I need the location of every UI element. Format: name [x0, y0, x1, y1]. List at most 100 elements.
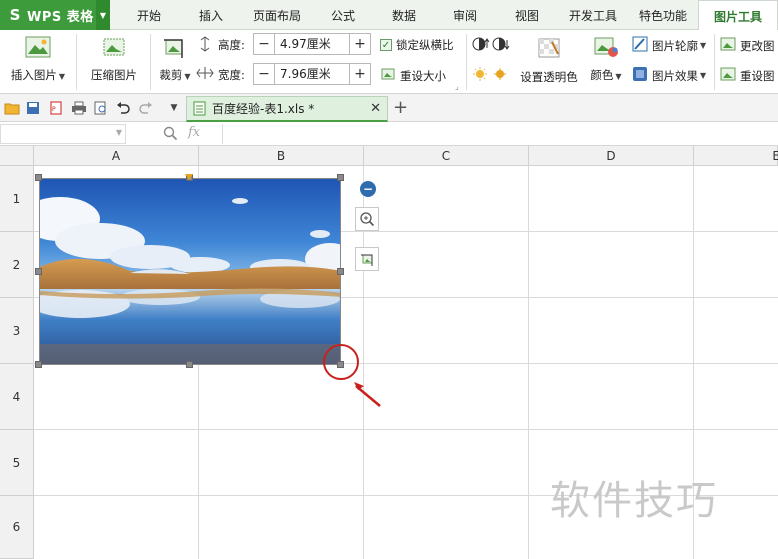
brightness-increase-icon[interactable]	[472, 65, 490, 81]
row-header-4[interactable]: 4	[0, 364, 34, 430]
crop-label: 裁剪	[159, 68, 183, 82]
name-box[interactable]: ▼	[0, 124, 126, 144]
tab-insert[interactable]: 插入	[190, 0, 232, 30]
wps-spreadsheet-window: S WPS 表格 ▼ 开始 插入 页面布局 公式 数据 审阅 视图 开发工具 特…	[0, 0, 778, 559]
print-preview-icon[interactable]	[93, 100, 109, 116]
picture-tools-ribbon: 插入图片 ▼ 压缩图片 裁剪 ▼ 高度: − 4.97厘米 + 宽度: − 7.…	[0, 30, 778, 94]
reset-size-button[interactable]: 重设大小	[380, 66, 446, 85]
insert-function-button[interactable]: fx	[188, 125, 200, 140]
row-header-3[interactable]: 3	[0, 298, 34, 364]
new-tab-icon[interactable]: +	[393, 97, 408, 118]
zoom-picture-button[interactable]	[355, 207, 379, 231]
inserted-landscape-picture[interactable]	[39, 178, 341, 365]
row-header-5[interactable]: 5	[0, 430, 34, 496]
contrast-increase-icon[interactable]	[472, 36, 490, 52]
width-increase-button[interactable]: +	[350, 64, 370, 84]
app-menu-dropdown-icon[interactable]: ▼	[96, 0, 110, 30]
insert-picture-button[interactable]: 插入图片 ▼	[6, 30, 70, 92]
undo-icon[interactable]	[115, 100, 131, 116]
crop-button[interactable]: 裁剪 ▼	[155, 30, 195, 92]
collapse-float-toolbar-icon[interactable]: −	[360, 181, 376, 197]
resize-handle-right[interactable]	[337, 268, 344, 275]
row-header-1[interactable]: 1	[0, 166, 34, 232]
tab-page-layout[interactable]: 页面布局	[248, 0, 306, 30]
lock-aspect-ratio-checkbox[interactable]: ✓ 锁定纵横比	[380, 37, 454, 53]
tab-developer[interactable]: 开发工具	[564, 0, 622, 30]
picture-effect-button[interactable]: 图片效果 ▼	[632, 66, 706, 85]
resize-handle-bottom[interactable]	[186, 361, 193, 368]
tab-view[interactable]: 视图	[506, 0, 548, 30]
size-dialog-launcher-icon[interactable]: ⌟	[455, 82, 459, 91]
compress-picture-button[interactable]: 压缩图片	[84, 30, 144, 92]
lock-aspect-ratio-label: 锁定纵横比	[396, 38, 454, 52]
customize-toolbar-dropdown-icon[interactable]: ▼	[166, 100, 182, 116]
picture-effect-dropdown-icon: ▼	[700, 71, 707, 80]
column-header-d[interactable]: D	[529, 146, 694, 166]
column-header-e[interactable]: E	[694, 146, 778, 166]
picture-outline-icon	[632, 36, 648, 55]
export-pdf-icon[interactable]: P	[48, 100, 64, 116]
crop-picture-button[interactable]	[355, 247, 379, 271]
compress-picture-icon	[101, 36, 127, 61]
tab-home[interactable]: 开始	[128, 0, 170, 30]
width-icon	[196, 66, 214, 80]
save-icon[interactable]	[25, 100, 41, 116]
height-increase-button[interactable]: +	[350, 34, 370, 54]
reset-size-label: 重设大小	[400, 68, 446, 83]
search-function-icon[interactable]	[163, 126, 178, 141]
crop-dropdown-icon: ▼	[184, 72, 191, 81]
column-header-c[interactable]: C	[364, 146, 529, 166]
row-header-2[interactable]: 2	[0, 232, 34, 298]
tab-review[interactable]: 审阅	[444, 0, 486, 30]
tab-formulas[interactable]: 公式	[322, 0, 364, 30]
red-arrow-annotation-icon	[350, 376, 382, 411]
resize-handle-left[interactable]	[35, 268, 42, 275]
wps-app-menu-button[interactable]: S WPS 表格 ▼	[0, 0, 110, 30]
set-transparent-color-label: 设置透明色	[520, 70, 578, 84]
highlight-circle-annotation	[323, 344, 359, 380]
height-decrease-button[interactable]: −	[254, 34, 274, 54]
picture-effect-label: 图片效果	[652, 68, 698, 83]
change-picture-button[interactable]: 更改图	[720, 36, 775, 55]
picture-color-icon	[593, 36, 619, 61]
document-tab-name: 百度经验-表1.xls *	[212, 102, 315, 116]
name-box-dropdown-icon[interactable]: ▼	[116, 128, 122, 137]
picture-color-button[interactable]: 颜色 ▼	[586, 30, 626, 92]
change-picture-icon	[720, 36, 736, 55]
width-label: 宽度:	[218, 68, 245, 82]
compress-picture-label: 压缩图片	[91, 68, 137, 82]
tab-data[interactable]: 数据	[383, 0, 425, 30]
brightness-decrease-icon[interactable]	[492, 65, 510, 81]
formula-bar: ▼ fx	[0, 122, 778, 146]
open-folder-icon[interactable]	[4, 100, 20, 116]
row-header-6[interactable]: 6	[0, 496, 34, 559]
picture-outline-button[interactable]: 图片轮廓 ▼	[632, 36, 706, 55]
tab-special-features[interactable]: 特色功能	[634, 0, 692, 30]
print-icon[interactable]	[71, 100, 87, 116]
column-header-b[interactable]: B	[199, 146, 364, 166]
height-stepper[interactable]: − 4.97厘米 +	[253, 33, 371, 55]
reset-picture-button[interactable]: 重设图	[720, 66, 775, 85]
picture-color-dropdown-icon: ▼	[615, 72, 622, 81]
resize-handle-top-right[interactable]	[337, 174, 344, 181]
contrast-decrease-icon[interactable]	[492, 36, 510, 52]
height-input[interactable]: 4.97厘米	[274, 34, 350, 54]
checkmark-icon: ✓	[380, 39, 392, 51]
select-all-corner[interactable]	[0, 146, 34, 166]
picture-color-label: 颜色	[590, 68, 614, 82]
redo-icon[interactable]	[138, 100, 154, 116]
width-input[interactable]: 7.96厘米	[274, 64, 350, 84]
tab-picture-tools[interactable]: 图片工具	[698, 0, 778, 31]
width-stepper[interactable]: − 7.96厘米 +	[253, 63, 371, 85]
rotate-handle-icon[interactable]	[184, 170, 194, 180]
document-tab[interactable]: 百度经验-表1.xls * ✕	[186, 96, 388, 122]
resize-handle-top-left[interactable]	[35, 174, 42, 181]
wps-logo-icon: S	[9, 6, 21, 24]
resize-handle-bottom-left[interactable]	[35, 361, 42, 368]
transparent-color-icon	[536, 36, 562, 63]
column-header-a[interactable]: A	[34, 146, 199, 166]
close-tab-icon[interactable]: ✕	[370, 101, 381, 116]
width-decrease-button[interactable]: −	[254, 64, 274, 84]
picture-effect-icon	[632, 66, 648, 85]
set-transparent-color-button[interactable]: 设置透明色	[516, 30, 582, 92]
